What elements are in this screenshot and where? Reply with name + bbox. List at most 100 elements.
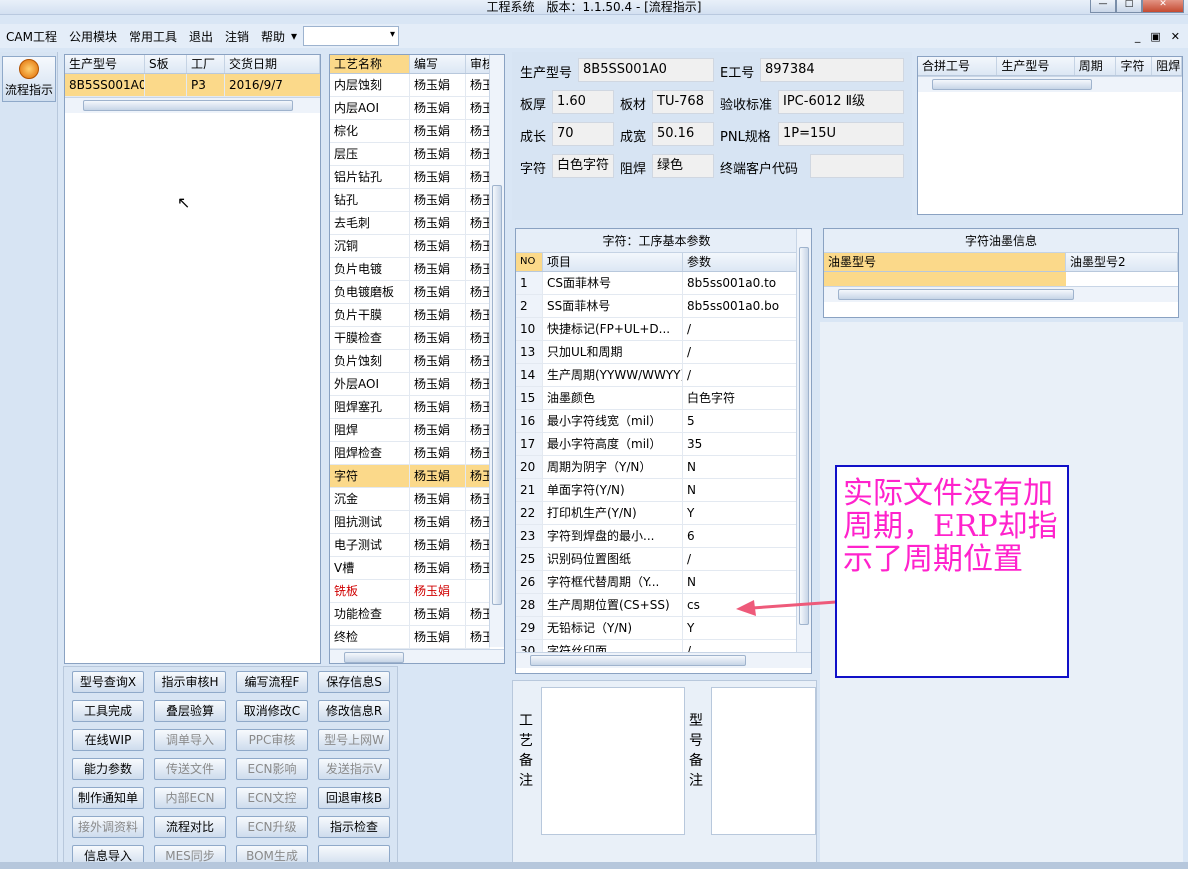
menu-exit[interactable]: 退出 xyxy=(183,28,219,45)
e-field[interactable]: 897384 xyxy=(760,58,904,82)
mat-field[interactable]: TU-768 xyxy=(652,90,714,114)
maximize-button[interactable]: □ xyxy=(1116,0,1142,13)
close-button[interactable]: ✕ xyxy=(1142,0,1184,13)
table-row[interactable]: 铣板 杨玉娟 xyxy=(330,580,490,603)
action-button[interactable]: 型号上网W xyxy=(318,729,390,751)
flow-indicator-button[interactable]: 流程指示 xyxy=(2,56,56,102)
table-row[interactable]: 25 识别码位置图纸 / xyxy=(516,548,797,571)
ink-hscroll[interactable] xyxy=(824,286,1178,302)
scroll-thumb[interactable] xyxy=(799,247,809,625)
mdi-close-icon[interactable]: ✕ xyxy=(1171,30,1180,43)
scroll-thumb[interactable] xyxy=(530,655,746,666)
table-row[interactable]: 负片电镀杨玉娟杨玉 xyxy=(330,258,490,281)
action-button[interactable]: PPC审核 xyxy=(236,729,308,751)
std-field[interactable]: IPC-6012 Ⅱ级 xyxy=(778,90,904,114)
mask-field[interactable]: 绿色 xyxy=(652,154,714,178)
table-row[interactable]: 13 只加UL和周期 / xyxy=(516,341,797,364)
action-button[interactable]: 能力参数 xyxy=(72,758,144,780)
table-row[interactable]: 23 字符到焊盘的最小... 6 xyxy=(516,525,797,548)
col-item[interactable]: 项目 xyxy=(543,253,683,271)
action-button[interactable]: 保存信息S xyxy=(318,671,390,693)
action-button[interactable]: ECN文控 xyxy=(236,787,308,809)
table-row[interactable]: 层压杨玉娟杨玉 xyxy=(330,143,490,166)
process-vscroll[interactable] xyxy=(489,55,504,647)
menu-combo[interactable] xyxy=(303,26,400,46)
pnl-field[interactable]: 1P=15U xyxy=(778,122,904,146)
table-row[interactable]: 16 最小字符线宽（mil） 5 xyxy=(516,410,797,433)
minimize-button[interactable]: — xyxy=(1090,0,1116,13)
table-row[interactable]: 8B5SS001A0 P3 2016/9/7 xyxy=(65,74,320,97)
scroll-thumb[interactable] xyxy=(344,652,404,663)
action-button[interactable]: ECN影响 xyxy=(236,758,308,780)
menu-cam[interactable]: CAM工程 xyxy=(0,28,63,45)
table-row[interactable]: 电子测试杨玉娟杨玉 xyxy=(330,534,490,557)
action-button[interactable]: 调单导入 xyxy=(154,729,226,751)
model-note-field[interactable] xyxy=(711,687,816,835)
action-button[interactable]: 内部ECN xyxy=(154,787,226,809)
table-row[interactable]: 阻焊杨玉娟杨玉 xyxy=(330,419,490,442)
wid-field[interactable]: 50.16 xyxy=(652,122,714,146)
char-field[interactable]: 白色字符 xyxy=(552,154,614,178)
process-note-field[interactable] xyxy=(541,687,685,835)
col-param[interactable]: 参数 xyxy=(683,253,797,271)
table-row[interactable]: 17 最小字符高度（mil） 35 xyxy=(516,433,797,456)
table-row[interactable]: 功能检查杨玉娟杨玉 xyxy=(330,603,490,626)
col-combine-mask[interactable]: 阻焊 xyxy=(1152,57,1182,75)
table-row[interactable]: 22 打印机生产(Y/N) Y xyxy=(516,502,797,525)
scroll-thumb[interactable] xyxy=(83,100,293,111)
help-arrow-icon[interactable]: ▾ xyxy=(291,29,297,43)
table-row[interactable]: 20 周期为阴字（Y/N） N xyxy=(516,456,797,479)
col-writer[interactable]: 编写 xyxy=(410,55,466,73)
col-process[interactable]: 工艺名称 xyxy=(330,55,410,73)
table-row[interactable]: 30 字符丝印面 / xyxy=(516,640,797,652)
action-button[interactable]: 取消修改C xyxy=(236,700,308,722)
table-row[interactable]: 去毛刺杨玉娟杨玉 xyxy=(330,212,490,235)
table-row[interactable]: 阻抗测试杨玉娟杨玉 xyxy=(330,511,490,534)
len-field[interactable]: 70 xyxy=(552,122,614,146)
table-row[interactable]: 内层蚀刻杨玉娟杨玉 xyxy=(330,74,490,97)
col-combine-model[interactable]: 生产型号 xyxy=(997,57,1075,75)
table-row[interactable]: 负片蚀刻杨玉娟杨玉 xyxy=(330,350,490,373)
col-combine-period[interactable]: 周期 xyxy=(1075,57,1117,75)
process-hscroll[interactable] xyxy=(330,649,504,663)
action-button[interactable]: 叠层验算 xyxy=(154,700,226,722)
table-row[interactable]: 2 SS面菲林号 8b5ss001a0.bo xyxy=(516,295,797,318)
table-row[interactable]: 外层AOI杨玉娟杨玉 xyxy=(330,373,490,396)
action-button[interactable]: 发送指示V xyxy=(318,758,390,780)
table-row[interactable]: 沉铜杨玉娟杨玉 xyxy=(330,235,490,258)
menu-tools[interactable]: 常用工具 xyxy=(123,28,183,45)
action-button[interactable]: 在线WIP xyxy=(72,729,144,751)
table-row[interactable]: 阻焊塞孔杨玉娟杨玉 xyxy=(330,396,490,419)
table-row[interactable]: 14 生产周期(YYWW/WWYY) / xyxy=(516,364,797,387)
action-button[interactable]: 工具完成 xyxy=(72,700,144,722)
action-button[interactable]: 流程对比 xyxy=(154,816,226,838)
table-row[interactable]: 内层AOI杨玉娟杨玉 xyxy=(330,97,490,120)
col-combine-no[interactable]: 合拼工号 xyxy=(918,57,998,75)
table-row[interactable]: 29 无铅标记（Y/N) Y xyxy=(516,617,797,640)
table-row[interactable]: 10 快捷标记(FP+UL+D... / xyxy=(516,318,797,341)
col-combine-char[interactable]: 字符 xyxy=(1116,57,1153,75)
action-button[interactable]: 指示审核H xyxy=(154,671,226,693)
combine-hscroll[interactable] xyxy=(918,76,1182,92)
action-button[interactable]: 型号查询X xyxy=(72,671,144,693)
mdi-minimize-icon[interactable]: _ xyxy=(1135,30,1141,43)
menu-public[interactable]: 公用模块 xyxy=(63,28,123,45)
action-button[interactable]: 修改信息R xyxy=(318,700,390,722)
table-row[interactable]: 21 单面字符(Y/N) N xyxy=(516,479,797,502)
col-date[interactable]: 交货日期 xyxy=(225,55,320,73)
col-no[interactable]: NO xyxy=(516,253,543,271)
menu-help[interactable]: 帮助 xyxy=(255,28,291,45)
table-row[interactable]: 终检杨玉娟杨玉 xyxy=(330,626,490,649)
col-factory[interactable]: 工厂 xyxy=(187,55,225,73)
col-reviewer[interactable]: 审核 xyxy=(466,55,490,73)
table-row[interactable]: V槽杨玉娟杨玉 xyxy=(330,557,490,580)
scroll-thumb[interactable] xyxy=(492,185,502,605)
table-row[interactable]: 1 CS面菲林号 8b5ss001a0.to xyxy=(516,272,797,295)
col-model[interactable]: 生产型号 xyxy=(65,55,145,73)
table-row[interactable]: 15 油墨颜色 白色字符 xyxy=(516,387,797,410)
table-row[interactable]: 负电镀磨板杨玉娟杨玉 xyxy=(330,281,490,304)
table-row[interactable]: 阻焊检查杨玉娟杨玉 xyxy=(330,442,490,465)
table-row[interactable]: 字符杨玉娟杨玉 xyxy=(330,465,490,488)
action-button[interactable]: 接外调资料 xyxy=(72,816,144,838)
scroll-thumb[interactable] xyxy=(838,289,1074,300)
